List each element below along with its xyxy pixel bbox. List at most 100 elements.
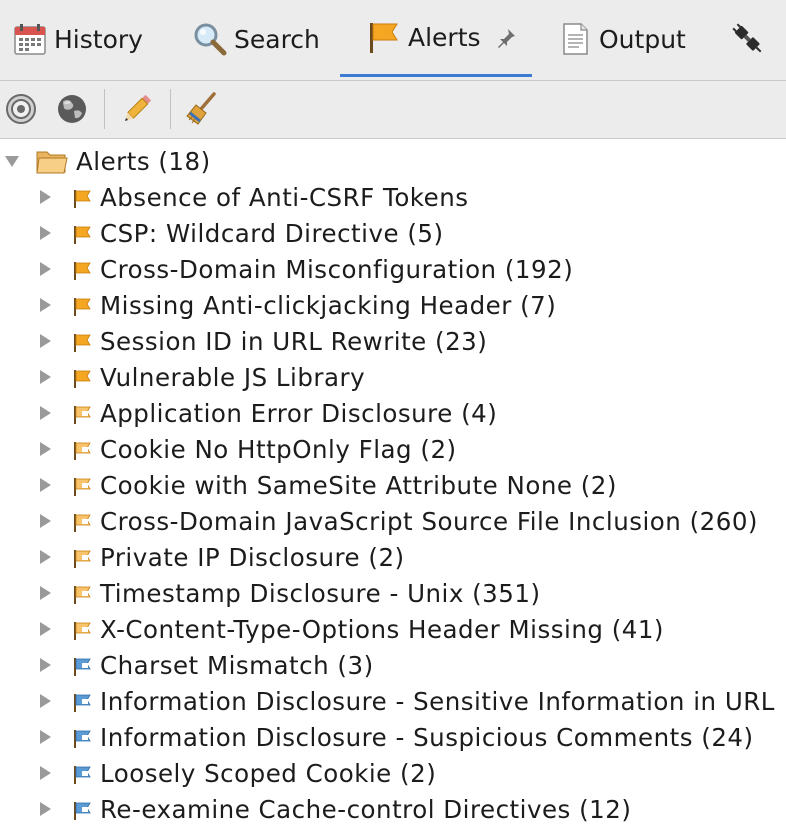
toolbar bbox=[0, 81, 786, 139]
low-risk-flag-icon bbox=[72, 510, 92, 532]
alert-row[interactable]: Timestamp Disclosure - Unix (351) bbox=[0, 575, 786, 611]
expand-toggle[interactable] bbox=[40, 766, 51, 780]
alert-row[interactable]: Vulnerable JS Library bbox=[0, 359, 786, 395]
tab-output-label: Output bbox=[599, 24, 686, 54]
expand-toggle[interactable] bbox=[40, 478, 51, 492]
tab-output[interactable]: Output bbox=[557, 0, 686, 78]
alert-row[interactable]: Application Error Disclosure (4) bbox=[0, 395, 786, 431]
expand-toggle[interactable] bbox=[40, 694, 51, 708]
alert-row[interactable]: Loosely Scoped Cookie (2) bbox=[0, 755, 786, 791]
alert-row[interactable]: Information Disclosure - Suspicious Comm… bbox=[0, 719, 786, 755]
alert-row[interactable]: Cross-Domain Misconfiguration (192) bbox=[0, 251, 786, 287]
pin-icon[interactable] bbox=[495, 26, 517, 48]
tab-history[interactable]: History bbox=[12, 0, 143, 78]
target-icon[interactable] bbox=[3, 91, 39, 127]
alert-row[interactable]: Cookie No HttpOnly Flag (2) bbox=[0, 431, 786, 467]
toolbar-separator bbox=[104, 89, 105, 129]
expand-toggle[interactable] bbox=[40, 226, 51, 240]
tree-root-label: Alerts (18) bbox=[76, 146, 211, 176]
alert-label: Cookie No HttpOnly Flag (2) bbox=[100, 434, 457, 464]
alerts-tree: Alerts (18) Absence of Anti-CSRF Tokens C… bbox=[0, 139, 786, 837]
medium-risk-flag-icon bbox=[72, 294, 92, 316]
alert-label: Application Error Disclosure (4) bbox=[100, 398, 498, 428]
expand-toggle[interactable] bbox=[40, 730, 51, 744]
expand-toggle[interactable] bbox=[40, 370, 51, 384]
document-icon bbox=[557, 21, 593, 57]
alert-label: Cookie with SameSite Attribute None (2) bbox=[100, 470, 617, 500]
alert-row[interactable]: Re-examine Cache-control Directives (12) bbox=[0, 791, 786, 827]
calendar-icon bbox=[12, 21, 48, 57]
alert-row[interactable]: Cross-Domain JavaScript Source File Incl… bbox=[0, 503, 786, 539]
alert-label: Absence of Anti-CSRF Tokens bbox=[100, 182, 469, 212]
tab-alerts[interactable]: Alerts bbox=[340, 0, 532, 77]
informational-risk-flag-icon bbox=[72, 654, 92, 676]
tree-root[interactable]: Alerts (18) bbox=[0, 143, 786, 179]
informational-risk-flag-icon bbox=[72, 690, 92, 712]
tab-history-label: History bbox=[54, 24, 143, 54]
expand-toggle[interactable] bbox=[40, 658, 51, 672]
medium-risk-flag-icon bbox=[72, 366, 92, 388]
medium-risk-flag-icon bbox=[72, 222, 92, 244]
alert-row[interactable]: Session ID in URL Rewrite (23) bbox=[0, 323, 786, 359]
low-risk-flag-icon bbox=[72, 474, 92, 496]
alert-row[interactable]: Information Disclosure - Sensitive Infor… bbox=[0, 683, 786, 719]
expand-toggle[interactable] bbox=[40, 298, 51, 312]
alert-label: Cross-Domain JavaScript Source File Incl… bbox=[100, 506, 758, 536]
pencil-icon[interactable] bbox=[119, 91, 155, 127]
alert-label: Vulnerable JS Library bbox=[100, 362, 366, 392]
alert-label: Timestamp Disclosure - Unix (351) bbox=[100, 578, 541, 608]
alert-row[interactable]: Private IP Disclosure (2) bbox=[0, 539, 786, 575]
alert-label: CSP: Wildcard Directive (5) bbox=[100, 218, 444, 248]
alert-label: X-Content-Type-Options Header Missing (4… bbox=[100, 614, 664, 644]
expand-toggle[interactable] bbox=[40, 622, 51, 636]
medium-risk-flag-icon bbox=[72, 258, 92, 280]
low-risk-flag-icon bbox=[72, 438, 92, 460]
low-risk-flag-icon bbox=[72, 402, 92, 424]
low-risk-flag-icon bbox=[72, 582, 92, 604]
alert-row[interactable]: X-Content-Type-Options Header Missing (4… bbox=[0, 611, 786, 647]
informational-risk-flag-icon bbox=[72, 798, 92, 820]
expand-toggle[interactable] bbox=[40, 550, 51, 564]
expand-toggle[interactable] bbox=[5, 156, 19, 167]
alert-label: Missing Anti-clickjacking Header (7) bbox=[100, 290, 557, 320]
low-risk-flag-icon bbox=[72, 546, 92, 568]
alert-row[interactable]: Charset Mismatch (3) bbox=[0, 647, 786, 683]
flag-icon bbox=[366, 19, 402, 55]
alert-label: Cross-Domain Misconfiguration (192) bbox=[100, 254, 574, 284]
expand-toggle[interactable] bbox=[40, 262, 51, 276]
expand-toggle[interactable] bbox=[40, 406, 51, 420]
expand-toggle[interactable] bbox=[40, 514, 51, 528]
alert-row[interactable]: Cookie with SameSite Attribute None (2) bbox=[0, 467, 786, 503]
medium-risk-flag-icon bbox=[72, 186, 92, 208]
alert-label: Session ID in URL Rewrite (23) bbox=[100, 326, 488, 356]
expand-toggle[interactable] bbox=[40, 334, 51, 348]
expand-toggle[interactable] bbox=[40, 802, 51, 816]
toolbar-separator bbox=[170, 89, 171, 129]
alert-row[interactable]: CSP: Wildcard Directive (5) bbox=[0, 215, 786, 251]
medium-risk-flag-icon bbox=[72, 330, 92, 352]
folder-icon bbox=[35, 144, 69, 178]
alert-label: Re-examine Cache-control Directives (12) bbox=[100, 794, 632, 824]
tab-alerts-label: Alerts bbox=[408, 22, 481, 52]
alert-label: Private IP Disclosure (2) bbox=[100, 542, 405, 572]
alert-label: Loosely Scoped Cookie (2) bbox=[100, 758, 437, 788]
magnifier-icon bbox=[192, 21, 228, 57]
alert-label: Charset Mismatch (3) bbox=[100, 650, 374, 680]
broom-icon[interactable] bbox=[184, 91, 220, 127]
informational-risk-flag-icon bbox=[72, 762, 92, 784]
low-risk-flag-icon bbox=[72, 618, 92, 640]
expand-toggle[interactable] bbox=[40, 586, 51, 600]
alert-row[interactable]: Absence of Anti-CSRF Tokens bbox=[0, 179, 786, 215]
tab-plug[interactable] bbox=[728, 0, 768, 78]
tab-search[interactable]: Search bbox=[192, 0, 320, 78]
globe-icon[interactable] bbox=[54, 91, 90, 127]
tab-bar: History Search Alerts Output bbox=[0, 0, 786, 81]
expand-toggle[interactable] bbox=[40, 190, 51, 204]
alert-label: Information Disclosure - Suspicious Comm… bbox=[100, 722, 754, 752]
expand-toggle[interactable] bbox=[40, 442, 51, 456]
informational-risk-flag-icon bbox=[72, 726, 92, 748]
alert-row[interactable]: Missing Anti-clickjacking Header (7) bbox=[0, 287, 786, 323]
plug-icon bbox=[730, 21, 766, 57]
tab-search-label: Search bbox=[234, 24, 320, 54]
alert-label: Information Disclosure - Sensitive Infor… bbox=[100, 686, 775, 716]
